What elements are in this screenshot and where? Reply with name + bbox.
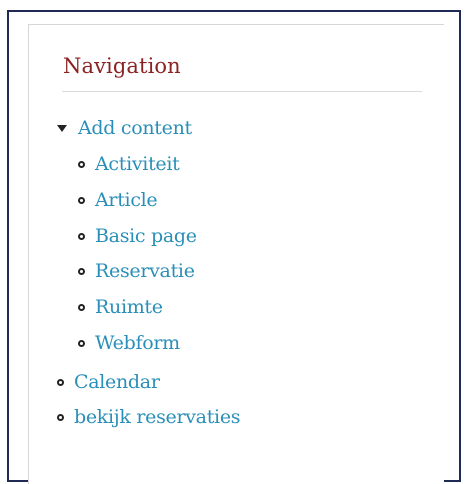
menu-item-label[interactable]: bekijk reservaties	[74, 406, 241, 428]
bullet-icon	[78, 196, 85, 204]
menu-item-label[interactable]: Activiteit	[95, 153, 180, 175]
bullet-icon	[78, 232, 85, 240]
menu-item-label[interactable]: Add content	[78, 117, 192, 139]
menu-item-label[interactable]: Basic page	[95, 225, 197, 247]
bullet-icon	[57, 413, 64, 421]
menu-item-bekijk-reservaties[interactable]: bekijk reservaties	[57, 406, 241, 428]
menu-item-article[interactable]: Article	[78, 189, 158, 211]
menu-item-label[interactable]: Calendar	[74, 371, 160, 393]
menu-item-basic-page[interactable]: Basic page	[78, 225, 197, 247]
expanded-triangle-icon	[57, 124, 67, 132]
bullet-icon	[78, 267, 85, 275]
menu-item-label[interactable]: Reservatie	[95, 260, 195, 282]
bullet-icon	[78, 303, 85, 311]
menu-item-ruimte[interactable]: Ruimte	[78, 296, 163, 318]
menu-item-webform[interactable]: Webform	[78, 332, 180, 354]
menu-item-reservatie[interactable]: Reservatie	[78, 260, 195, 282]
menu-item-label[interactable]: Article	[95, 189, 158, 211]
menu-item-calendar[interactable]: Calendar	[57, 371, 160, 393]
bullet-icon	[78, 339, 85, 347]
menu-item-add-content[interactable]: Add content	[57, 117, 192, 139]
menu-item-label[interactable]: Webform	[95, 332, 180, 354]
bullet-icon	[57, 378, 64, 386]
navigation-block: Navigation Add content Activiteit Articl…	[28, 24, 444, 484]
menu-item-label[interactable]: Ruimte	[95, 296, 163, 318]
menu-item-activiteit[interactable]: Activiteit	[78, 153, 180, 175]
bullet-icon	[78, 160, 85, 168]
title-divider	[62, 91, 422, 92]
navigation-title: Navigation	[63, 54, 181, 78]
